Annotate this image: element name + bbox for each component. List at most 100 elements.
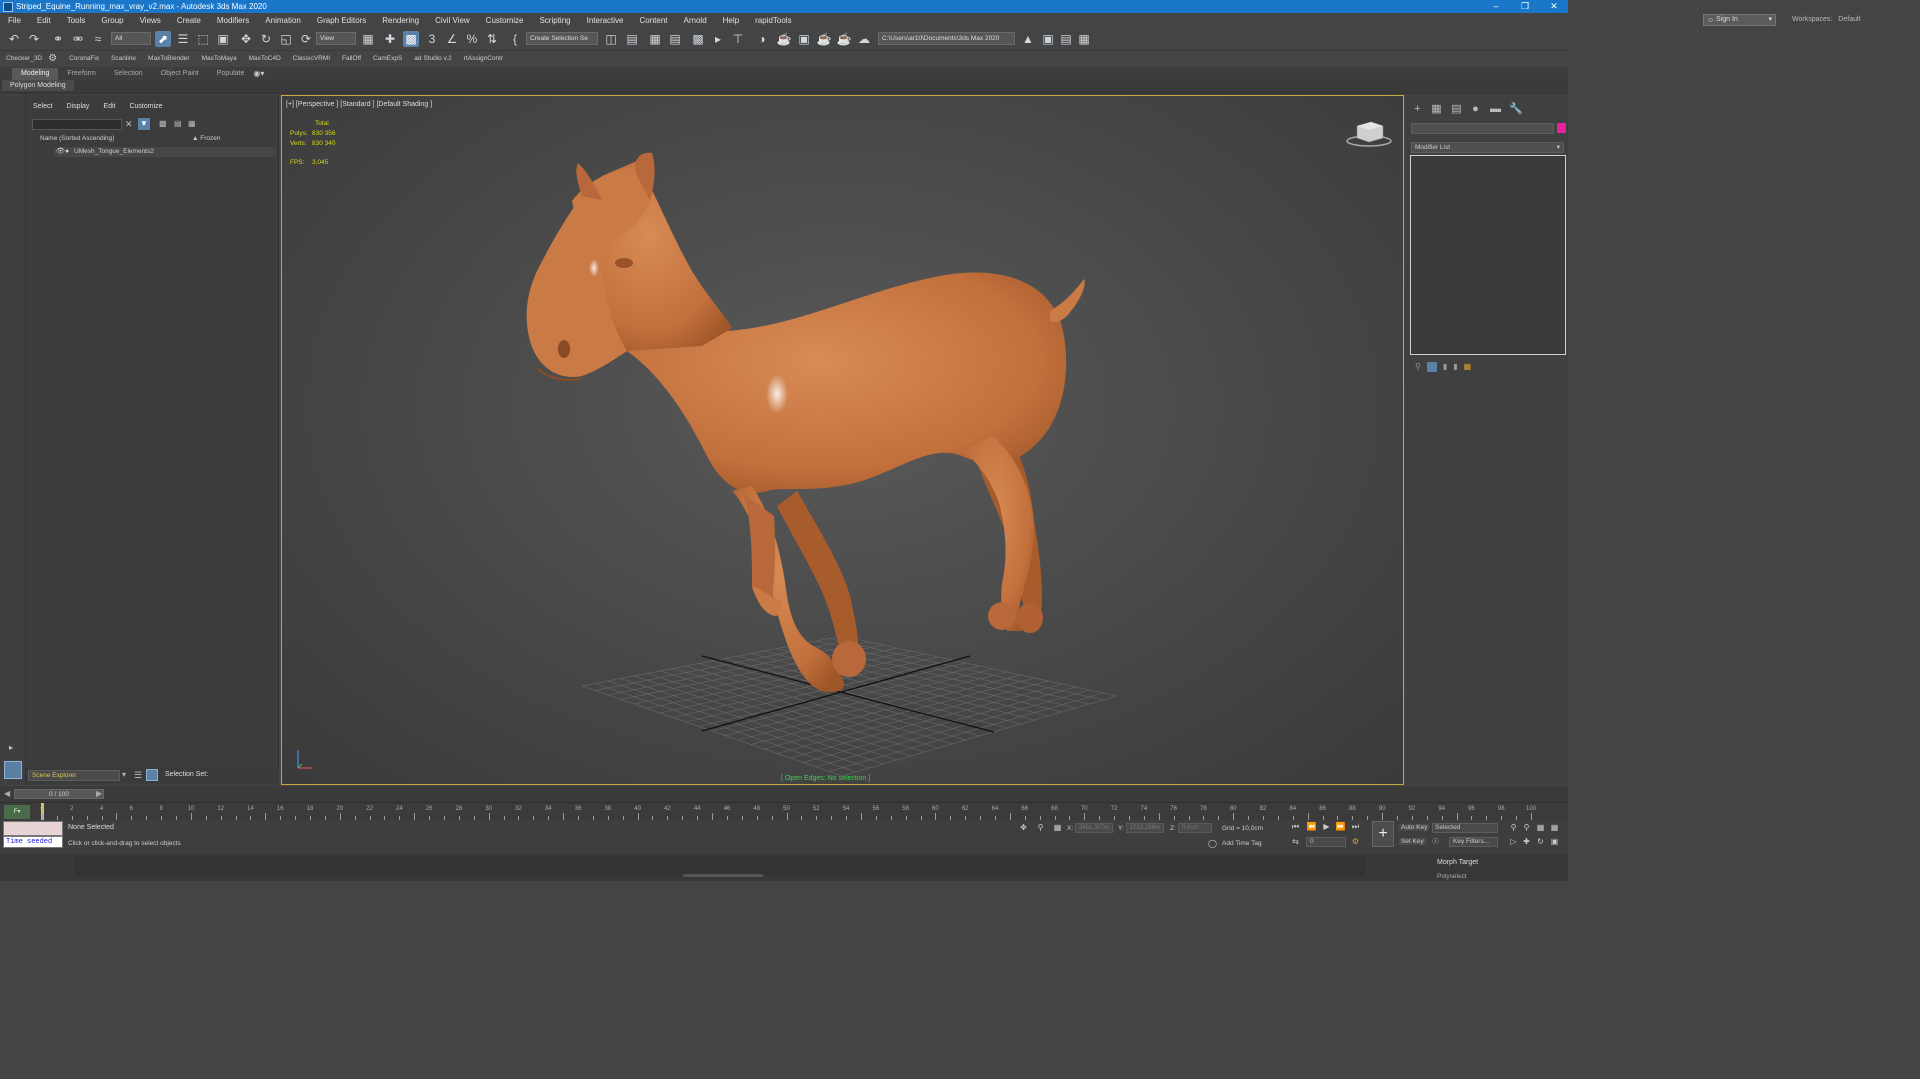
- next-frame-icon[interactable]: ▶: [96, 789, 102, 798]
- selection-lock-icon[interactable]: ⚲: [1035, 823, 1046, 833]
- menu-arnold[interactable]: Arnold: [676, 16, 715, 25]
- plugin-maxtoc4d[interactable]: MaxToC4D: [243, 55, 287, 62]
- render-in-cloud-icon[interactable]: ☁: [856, 31, 872, 47]
- unlink-icon[interactable]: ⚮: [70, 31, 86, 47]
- previous-key-icon[interactable]: ⏪: [1306, 822, 1317, 832]
- explorer-menu-customize[interactable]: Customize: [122, 103, 169, 110]
- chevron-down-icon[interactable]: ▾: [122, 770, 126, 779]
- spinner-snap-icon[interactable]: ⇅: [484, 31, 500, 47]
- window-crossing-icon[interactable]: ▣: [215, 31, 231, 47]
- selection-set-icon[interactable]: [146, 769, 158, 781]
- link-icon[interactable]: ⚭: [50, 31, 66, 47]
- go-to-end-icon[interactable]: ⏭: [1350, 822, 1361, 832]
- plugin-falloff[interactable]: FallOff: [336, 55, 367, 62]
- orbit-icon[interactable]: ↻: [1535, 837, 1546, 847]
- menu-edit[interactable]: Edit: [29, 16, 59, 25]
- modify-tab-icon[interactable]: ▦: [1430, 103, 1443, 116]
- current-frame-field[interactable]: 0: [1306, 837, 1346, 847]
- named-selection-dropdown[interactable]: Create Selection Se: [526, 32, 598, 45]
- select-object-icon[interactable]: ⬈: [155, 31, 171, 47]
- keyboard-shortcut-icon[interactable]: ▩: [403, 31, 419, 47]
- viewcube-icon[interactable]: [1345, 118, 1393, 152]
- column-frozen[interactable]: ▲ Frozen: [192, 135, 220, 142]
- explorer-menu-display[interactable]: Display: [59, 103, 96, 110]
- layers-icon[interactable]: ☰: [134, 770, 142, 781]
- menu-rendering[interactable]: Rendering: [374, 16, 427, 25]
- place-icon[interactable]: ⟳: [298, 31, 314, 47]
- x-coordinate-field[interactable]: 3461,307m: [1075, 823, 1113, 833]
- display-tab-icon[interactable]: ▬: [1489, 103, 1502, 116]
- schematic-view-icon[interactable]: ⊤: [730, 31, 746, 47]
- rendered-frame-window-icon[interactable]: ▣: [796, 31, 812, 47]
- set-key-button[interactable]: Set Key: [1399, 838, 1426, 845]
- undo-icon[interactable]: ↶: [6, 31, 22, 47]
- z-coordinate-field[interactable]: 0,0cm: [1178, 823, 1212, 833]
- configure-sets-icon[interactable]: ▦: [1464, 362, 1472, 372]
- viewport-label-menu[interactable]: [+] [Perspective ] [Standard ] [Default …: [286, 101, 432, 108]
- render-iterative-icon[interactable]: ☕: [836, 31, 852, 47]
- explorer-menu-select[interactable]: Select: [26, 103, 59, 110]
- render-production-icon[interactable]: ☕: [816, 31, 832, 47]
- sort-icon[interactable]: ▦: [188, 119, 196, 128]
- toggle-scene-explorer-icon[interactable]: ▦: [647, 31, 663, 47]
- go-to-start-icon[interactable]: ⏮: [1290, 822, 1301, 832]
- toggle-layer-explorer-icon[interactable]: ▤: [667, 31, 683, 47]
- time-tag-icon[interactable]: ◯: [1207, 839, 1218, 849]
- rect-selection-icon[interactable]: ⬚: [195, 31, 211, 47]
- make-unique-icon[interactable]: ▮: [1443, 362, 1447, 372]
- menu-content[interactable]: Content: [632, 16, 676, 25]
- explorer-toggle-icon[interactable]: [4, 761, 22, 779]
- workspaces-selector[interactable]: Workspaces: Default: [1792, 14, 1920, 26]
- menu-help[interactable]: Help: [715, 16, 747, 25]
- list-item[interactable]: 👁 ● UMesh_Tongue_Elements2: [54, 147, 276, 157]
- maxscript-output[interactable]: Time seeded: [3, 836, 63, 848]
- modifier-list-dropdown[interactable]: Modifier List ▾: [1411, 142, 1564, 153]
- plugin-ad-studio[interactable]: ad Studio v.2: [408, 55, 457, 62]
- splitter-handle[interactable]: [683, 874, 763, 877]
- project-open-icon[interactable]: ▲: [1020, 31, 1036, 47]
- object-color-swatch[interactable]: [1557, 123, 1566, 133]
- tab-selection[interactable]: Selection: [105, 68, 152, 80]
- restore-button[interactable]: ❐: [1511, 0, 1539, 13]
- scene-explorer-dropdown[interactable]: Scene Explorer: [28, 770, 120, 781]
- project-new-icon[interactable]: ▣: [1040, 31, 1056, 47]
- settings-gear-icon[interactable]: ⚙: [48, 53, 57, 64]
- zoom-all-icon[interactable]: ⚲: [1521, 823, 1532, 833]
- menu-create[interactable]: Create: [169, 16, 209, 25]
- plugin-scanline[interactable]: Scanline: [105, 55, 142, 62]
- tab-object-paint[interactable]: Object Paint: [152, 68, 208, 80]
- move-icon[interactable]: ✥: [238, 31, 254, 47]
- show-end-result-icon[interactable]: [1426, 362, 1437, 372]
- create-tab-icon[interactable]: +: [1411, 103, 1424, 116]
- select-by-name-icon[interactable]: ☰: [175, 31, 191, 47]
- plugin-classicvrmi[interactable]: ClassicVRMI: [287, 55, 336, 62]
- next-key-icon[interactable]: ⏩: [1335, 822, 1346, 832]
- tab-freeform[interactable]: Freeform: [58, 68, 104, 80]
- tab-modeling[interactable]: Modeling: [12, 67, 59, 80]
- scale-icon[interactable]: ◱: [278, 31, 294, 47]
- redo-icon[interactable]: ↷: [26, 31, 42, 47]
- ribbon-options-icon[interactable]: ◉▾: [253, 69, 264, 78]
- pin-stack-icon[interactable]: ⚲: [1415, 362, 1421, 372]
- reference-coord-dropdown[interactable]: View: [316, 32, 356, 45]
- time-slider[interactable]: 0 / 100: [14, 789, 104, 799]
- timeline-toggle-icon[interactable]: F▾: [4, 805, 30, 819]
- plugin-maxtomaya[interactable]: MaxToMaya: [196, 55, 243, 62]
- key-mode-dropdown[interactable]: Selected: [1432, 823, 1498, 833]
- set-key-big-icon[interactable]: +: [1372, 821, 1394, 847]
- sign-in-button[interactable]: ☺ Sign In ▾: [1703, 14, 1776, 26]
- tab-populate[interactable]: Populate: [208, 68, 254, 80]
- plugin-rtassigncontr[interactable]: rtAssignContr: [458, 55, 509, 62]
- plugin-checker-3d[interactable]: Checker_3D: [0, 55, 48, 62]
- visibility-eye-icon[interactable]: 👁: [56, 147, 65, 157]
- snap-3d-icon[interactable]: 3: [424, 31, 440, 47]
- filter-toggle-icon[interactable]: ▼: [138, 118, 150, 130]
- pan-icon[interactable]: ✚: [1521, 837, 1532, 847]
- maximize-viewport-icon[interactable]: ▣: [1549, 837, 1560, 847]
- edit-named-sets-icon[interactable]: {: [507, 31, 523, 47]
- toggle-ribbon-icon[interactable]: ▩: [690, 31, 706, 47]
- menu-scripting[interactable]: Scripting: [531, 16, 578, 25]
- mirror-icon[interactable]: ◫: [603, 31, 619, 47]
- key-filters-button[interactable]: Key Filters...: [1449, 837, 1498, 847]
- angle-snap-icon[interactable]: ∠: [444, 31, 460, 47]
